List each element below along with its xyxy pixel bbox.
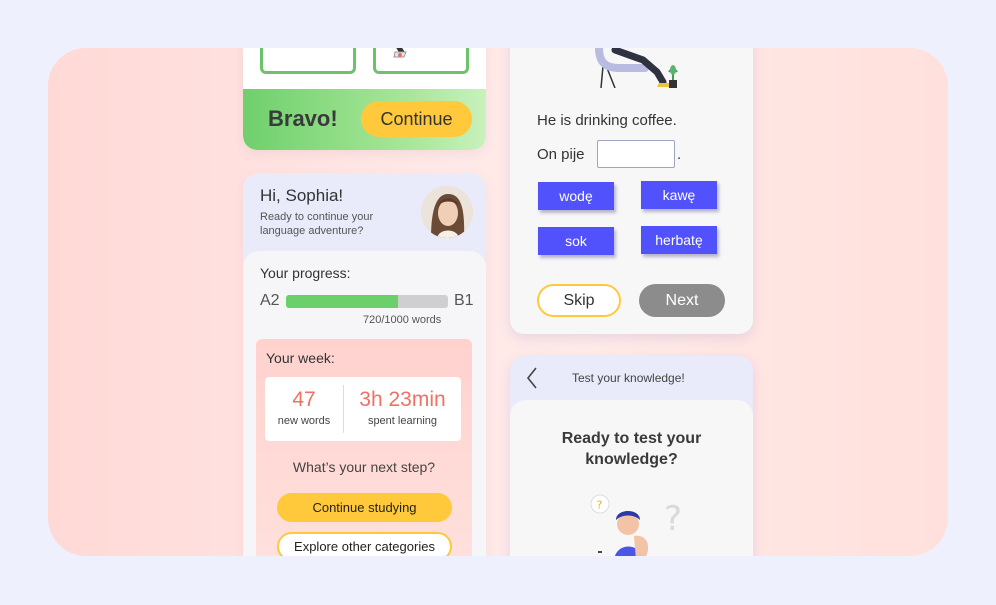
progress-bar bbox=[286, 295, 448, 308]
week-title: Your week: bbox=[266, 350, 335, 366]
back-chevron-icon[interactable] bbox=[524, 366, 540, 390]
answer-option-illustration bbox=[373, 48, 469, 74]
source-sentence: He is drinking coffee. bbox=[537, 112, 677, 129]
continue-button[interactable]: Continue bbox=[361, 101, 472, 137]
fill-blank-quiz-card: He is drinking coffee. On pije . wodę ka… bbox=[510, 48, 753, 334]
target-level: B1 bbox=[454, 292, 474, 309]
new-words-value: 47 bbox=[292, 388, 316, 411]
week-summary-panel: Your week: 47 new words 3h 23min spent l… bbox=[256, 339, 472, 556]
bravo-text: Bravo! bbox=[268, 106, 338, 131]
answer-feedback-card: Bravo! Continue bbox=[243, 48, 486, 150]
progress-bar-fill bbox=[286, 295, 398, 308]
word-option[interactable]: kawę bbox=[641, 181, 717, 209]
prompt-end: . bbox=[677, 146, 682, 163]
running-person-illustration bbox=[393, 48, 407, 58]
greeting-title: Hi, Sophia! bbox=[260, 186, 344, 205]
test-title: Ready to test your knowledge? bbox=[561, 430, 702, 468]
answer-option-correct bbox=[260, 48, 356, 74]
explore-categories-button[interactable]: Explore other categories bbox=[277, 532, 452, 556]
time-spent-label: spent learning bbox=[367, 415, 438, 427]
person-drinking-coffee-illustration bbox=[595, 48, 678, 88]
answer-blank-input[interactable] bbox=[597, 140, 675, 168]
new-words-label: new words bbox=[277, 415, 331, 427]
word-option[interactable]: herbatę bbox=[641, 226, 717, 254]
profile-card: Hi, Sophia! Ready to continue your langu… bbox=[243, 173, 486, 556]
word-option[interactable]: wodę bbox=[538, 182, 614, 210]
next-step-question: What’s your next step? bbox=[292, 459, 436, 475]
word-option[interactable]: sok bbox=[538, 227, 614, 255]
greeting-subtitle: Ready to continue your language adventur… bbox=[260, 211, 374, 237]
svg-text:?: ? bbox=[664, 499, 682, 539]
avatar[interactable] bbox=[421, 186, 473, 238]
success-banner: Bravo! Continue bbox=[243, 89, 486, 150]
time-spent-value: 3h 23min bbox=[359, 388, 446, 411]
progress-section: Your progress: A2 B1 720/1000 words Your… bbox=[243, 251, 486, 556]
continue-studying-button[interactable]: Continue studying bbox=[277, 493, 452, 522]
background-panel: Bravo! Continue Hi, Sophia! Ready to con… bbox=[48, 48, 948, 556]
thinking-person-illustration: ? ? bbox=[590, 494, 682, 556]
prompt-text: On pije bbox=[537, 146, 585, 163]
next-button[interactable]: Next bbox=[639, 284, 725, 317]
svg-text:?: ? bbox=[597, 499, 603, 512]
progress-title: Your progress: bbox=[260, 265, 351, 281]
current-level: A2 bbox=[260, 292, 280, 309]
words-count: 720/1000 words bbox=[363, 314, 442, 326]
test-content: Ready to test your knowledge? ? ? bbox=[510, 400, 753, 556]
week-stats: 47 new words 3h 23min spent learning bbox=[265, 377, 461, 441]
skip-button[interactable]: Skip bbox=[537, 284, 621, 317]
knowledge-test-card: Test your knowledge! Ready to test your … bbox=[510, 356, 753, 556]
test-header-title: Test your knowledge! bbox=[572, 371, 685, 385]
